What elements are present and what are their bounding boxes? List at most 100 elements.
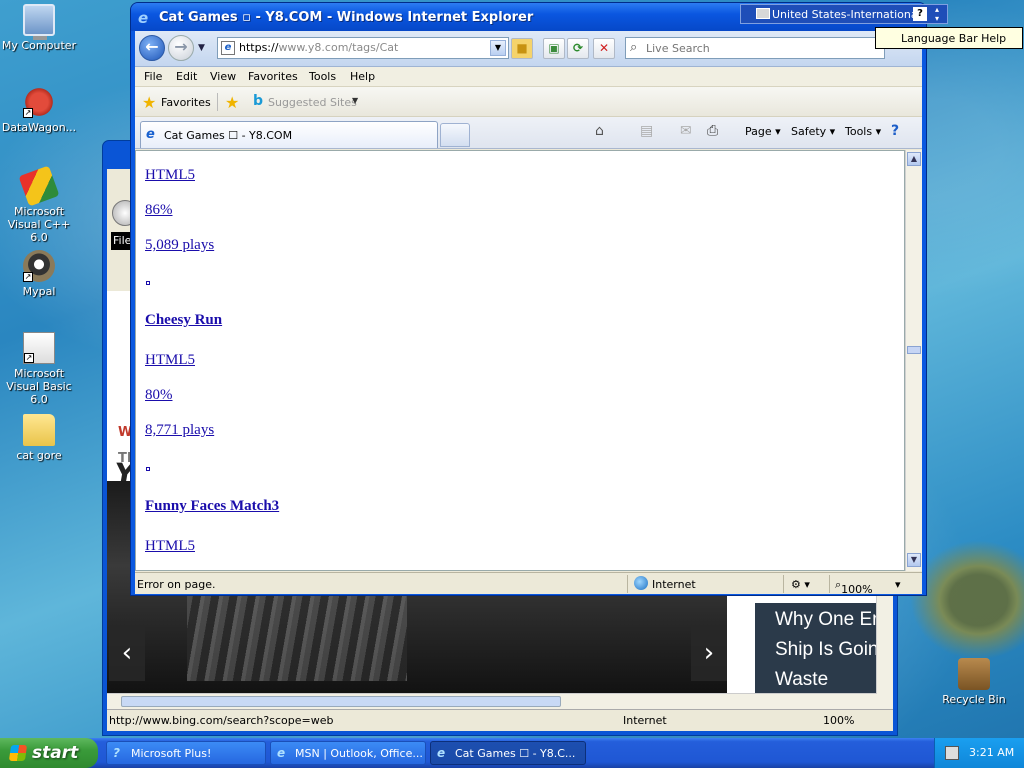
bg-status-url: http://www.bing.com/search?scope=web [109,714,334,727]
folder-icon [23,414,55,446]
game-title-link[interactable]: Cheesy Run [145,312,222,329]
url-domain: www.y8.com [278,41,349,54]
menu-tools[interactable]: Tools [309,70,336,83]
protected-mode-icon[interactable]: ⚙ ▾ [791,578,810,591]
desktop-icon-visual-basic[interactable]: ↗ Microsoft Visual Basic 6.0 [0,332,78,406]
vertical-scrollbar[interactable]: ▲ ▼ [905,150,922,571]
language-bar-tooltip: Language Bar Help [875,27,1023,49]
status-bar: Error on page. Internet ⚙ ▾ ⌕ 100% ▾ [135,572,922,596]
taskbar-item-label: Microsoft Plus! [131,747,212,760]
desktop-icon-datawagon[interactable]: ↗ DataWagon... [0,86,78,134]
menu-file[interactable]: File [144,70,162,83]
game-rating-link[interactable]: 80% [145,387,173,404]
game-plays-link[interactable]: 8,771 plays [145,422,214,439]
desktop-icon-my-computer[interactable]: My Computer [0,4,78,52]
favorites-button[interactable]: Favorites [161,96,211,109]
carousel-next-button[interactable]: › [691,627,727,681]
mypal-icon: ↗ [23,250,55,282]
tray-app-icon[interactable] [945,746,959,760]
feeds-icon[interactable]: ▤ [640,123,653,139]
news-card[interactable]: Why One Er Ship Is Goin Waste [755,603,879,695]
bg-status-zone: Internet [623,714,667,727]
game-title-link[interactable]: Funny Faces Match3 [145,498,279,515]
tools-menu-label: Tools [845,125,873,138]
zoom-control[interactable]: ⌕ 100% [835,578,873,596]
desktop-icon-recycle-bin[interactable]: Recycle Bin [935,658,1013,706]
address-url[interactable]: https://www.y8.com/tags/Cat [239,41,398,54]
menu-bar: File Edit View Favorites Tools Help [135,67,922,87]
recent-pages-dropdown-icon[interactable]: ▼ [198,43,205,53]
game-plays-link[interactable]: 5,089 plays [145,237,214,254]
game-tag-link[interactable]: HTML5 [145,538,195,555]
bg-scroll-thumb[interactable] [121,696,561,707]
scroll-down-icon[interactable]: ▼ [907,553,921,567]
tab-cat-games[interactable]: e Cat Games ☐ - Y8.COM [140,121,438,148]
language-bar[interactable]: United States-International ? ▴ ▾ [740,4,948,24]
list-bullet [146,281,150,285]
new-tab-button[interactable] [440,123,470,147]
suggested-sites-dropdown-icon[interactable]: ▼ [352,96,358,105]
windows-flag-icon [8,745,28,761]
favorites-star-icon[interactable]: ★ [142,93,156,112]
ie-logo-icon: e [277,746,286,760]
desktop-icon-mypal[interactable]: ↗ Mypal [0,250,78,298]
menu-favorites[interactable]: Favorites [248,70,298,83]
language-bar-help-button[interactable]: ? [913,7,927,21]
start-button[interactable]: start [0,738,98,768]
help-icon[interactable]: ? [891,123,899,139]
game-tag-link[interactable]: HTML5 [145,352,195,369]
taskbar-item-cat-games[interactable]: e Cat Games ☐ - Y8.C... [430,741,586,765]
ie-logo-icon: e [437,746,446,760]
language-name[interactable]: United States-International [772,8,921,21]
forward-button[interactable]: → [168,35,194,61]
window-client: ← → ▼ e https://www.y8.com/tags/Cat ▼ ■ … [135,31,922,596]
bg-horizontal-scrollbar[interactable] [107,693,877,709]
tools-menu-button[interactable]: Tools ▾ [845,125,881,138]
bg-status-zoom[interactable]: 100% [823,714,854,727]
suggested-sites-button[interactable]: Suggested Sites [268,96,357,109]
desktop-icon-visual-cpp[interactable]: Microsoft Visual C++ 6.0 [0,165,78,244]
datawagon-icon: ↗ [23,86,55,118]
back-button[interactable]: ← [139,35,165,61]
menu-view[interactable]: View [210,70,236,83]
compatibility-view-icon[interactable]: ▣ [543,38,565,59]
desktop-icon-label: cat gore [16,449,62,462]
add-favorite-icon[interactable]: ★ [225,93,239,112]
read-mail-icon[interactable]: ✉ [680,123,692,139]
zoom-dropdown-icon[interactable]: ▾ [895,578,901,591]
browser-window[interactable]: e Cat Games ▫ - Y8.COM - Windows Interne… [130,2,927,596]
desktop-icon-label: DataWagon... [1,121,77,134]
clock[interactable]: 3:21 AM [969,746,1014,759]
desktop-coral [910,540,1024,660]
search-box[interactable]: ⌕ [625,37,885,59]
search-icon: ⌕ [630,40,638,55]
taskbar-item-microsoft-plus[interactable]: ? Microsoft Plus! [106,741,266,765]
address-field[interactable]: e https://www.y8.com/tags/Cat ▼ [217,37,509,59]
bing-icon: b [253,93,264,109]
taskbar-item-msn[interactable]: e MSN | Outlook, Office... [270,741,426,765]
lock-icon[interactable]: ■ [511,38,533,59]
scroll-up-icon[interactable]: ▲ [907,152,921,166]
address-dropdown-icon[interactable]: ▼ [490,40,506,56]
game-rating-link[interactable]: 86% [145,202,173,219]
search-input[interactable] [646,40,876,56]
tab-title: Cat Games ☐ - Y8.COM [164,129,293,142]
computer-icon [23,4,55,40]
safety-menu-button[interactable]: Safety ▾ [791,125,835,138]
stop-icon[interactable]: ✕ [593,38,615,59]
status-divider [783,575,784,593]
page-menu-button[interactable]: Page ▾ [745,125,781,138]
status-message[interactable]: Error on page. [137,578,215,591]
carousel-prev-button[interactable]: ‹ [109,627,145,681]
desktop-icon-cat-gore[interactable]: cat gore [0,414,78,462]
print-icon[interactable]: ⎙ [707,123,718,139]
refresh-icon[interactable]: ⟳ [567,38,589,59]
game-tag-link[interactable]: HTML5 [145,167,195,184]
home-icon[interactable]: ⌂ [595,123,604,139]
url-prefix: https:// [239,41,279,54]
shortcut-arrow-icon: ↗ [23,108,33,118]
menu-help[interactable]: Help [350,70,375,83]
menu-edit[interactable]: Edit [176,70,197,83]
scroll-thumb[interactable] [907,346,921,354]
language-bar-options-icon[interactable]: ▴ ▾ [935,5,939,23]
